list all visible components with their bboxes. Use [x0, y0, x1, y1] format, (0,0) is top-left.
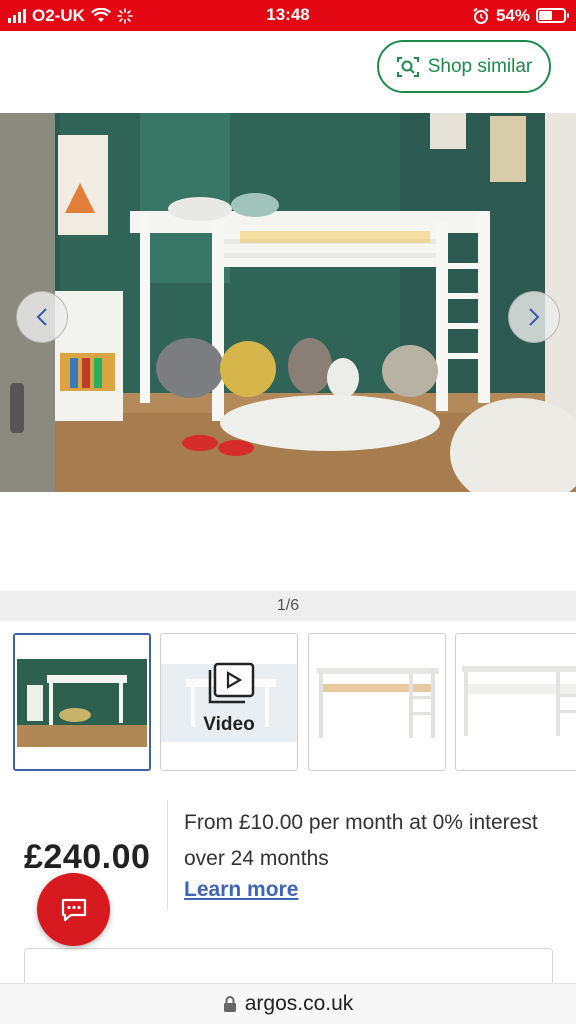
gallery-counter: 1/6 [0, 591, 576, 621]
chat-button[interactable] [37, 873, 110, 946]
bedroom-scene-image [0, 113, 576, 492]
thumbnail-image [317, 668, 439, 738]
price-divider [167, 800, 168, 910]
thumbnail-1[interactable] [13, 633, 151, 771]
video-play-icon [208, 662, 255, 704]
finance-offer-text: From £10.00 per month at 0% interest ove… [184, 811, 538, 870]
shop-similar-button[interactable]: Shop similar [377, 40, 551, 93]
thumbnail-video[interactable]: Video [160, 633, 298, 771]
product-main-image[interactable] [0, 113, 576, 492]
thumbnail-3[interactable] [308, 633, 446, 771]
chevron-left-icon [36, 308, 47, 326]
chat-icon [61, 898, 86, 921]
battery-icon [536, 8, 569, 23]
battery-percent: 54% [495, 5, 530, 25]
chevron-right-icon [529, 308, 540, 326]
thumbnail-image [462, 666, 576, 736]
status-right: 54% [472, 0, 569, 31]
browser-url-bar[interactable]: argos.co.uk [0, 983, 576, 1024]
learn-more-link[interactable]: Learn more [184, 878, 298, 902]
shop-similar-label: Shop similar [427, 55, 533, 77]
scan-search-icon [396, 56, 419, 77]
thumbnail-4[interactable] [455, 633, 576, 771]
gallery-next-button[interactable] [508, 291, 560, 343]
lock-icon [223, 996, 236, 1012]
alarm-icon [473, 7, 489, 24]
video-label: Video [203, 714, 255, 735]
status-bar: O2-UK 13:48 54% [0, 0, 576, 31]
gallery-prev-button[interactable] [16, 291, 68, 343]
thumbnail-image [15, 635, 149, 769]
url-text: argos.co.uk [244, 992, 354, 1015]
product-price: £240.00 [24, 838, 151, 876]
